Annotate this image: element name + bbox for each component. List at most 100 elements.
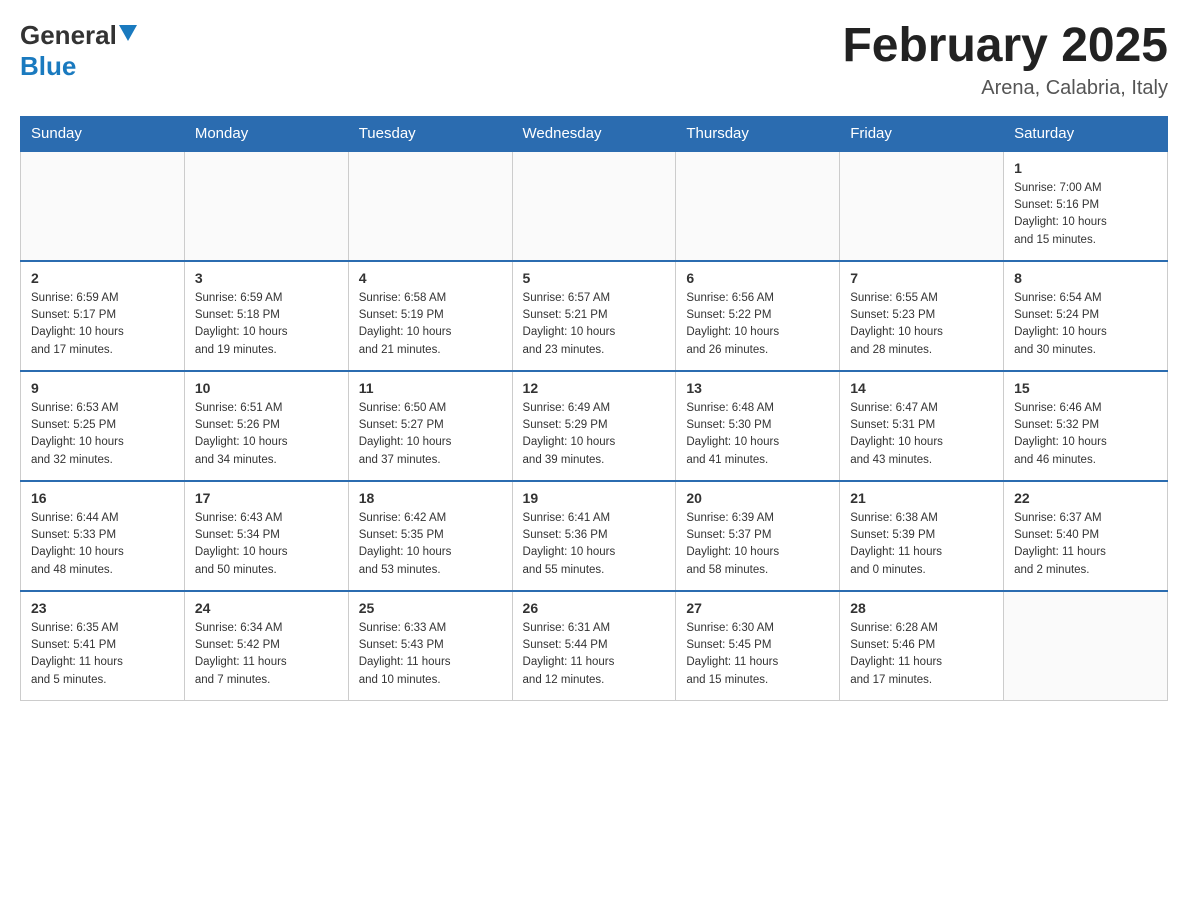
col-saturday: Saturday: [1004, 116, 1168, 151]
calendar-cell: 24 Sunrise: 6:34 AM Sunset: 5:42 PM Dayli…: [184, 591, 348, 701]
day-info: Sunrise: 7:00 AM Sunset: 5:16 PM Dayligh…: [1014, 180, 1157, 249]
day-number: 10: [195, 380, 338, 396]
week-row-2: 2 Sunrise: 6:59 AM Sunset: 5:17 PM Daylig…: [21, 261, 1168, 371]
location-subtitle: Arena, Calabria, Italy: [842, 77, 1168, 100]
calendar-cell: [1004, 591, 1168, 701]
month-title: February 2025: [842, 20, 1168, 73]
calendar-cell: [21, 151, 185, 261]
day-number: 3: [195, 270, 338, 286]
day-info: Sunrise: 6:59 AM Sunset: 5:18 PM Dayligh…: [195, 290, 338, 359]
day-number: 25: [359, 600, 502, 616]
day-info: Sunrise: 6:30 AM Sunset: 5:45 PM Dayligh…: [686, 620, 829, 689]
calendar-cell: 4 Sunrise: 6:58 AM Sunset: 5:19 PM Daylig…: [348, 261, 512, 371]
calendar-cell: 17 Sunrise: 6:43 AM Sunset: 5:34 PM Dayli…: [184, 481, 348, 591]
day-info: Sunrise: 6:56 AM Sunset: 5:22 PM Dayligh…: [686, 290, 829, 359]
day-info: Sunrise: 6:47 AM Sunset: 5:31 PM Dayligh…: [850, 400, 993, 469]
calendar-cell: [840, 151, 1004, 261]
day-number: 4: [359, 270, 502, 286]
day-info: Sunrise: 6:33 AM Sunset: 5:43 PM Dayligh…: [359, 620, 502, 689]
calendar-cell: 3 Sunrise: 6:59 AM Sunset: 5:18 PM Daylig…: [184, 261, 348, 371]
day-number: 19: [523, 490, 666, 506]
day-number: 27: [686, 600, 829, 616]
calendar-cell: [348, 151, 512, 261]
calendar-cell: 16 Sunrise: 6:44 AM Sunset: 5:33 PM Dayli…: [21, 481, 185, 591]
day-number: 12: [523, 380, 666, 396]
day-number: 24: [195, 600, 338, 616]
calendar-cell: 18 Sunrise: 6:42 AM Sunset: 5:35 PM Dayli…: [348, 481, 512, 591]
day-number: 21: [850, 490, 993, 506]
day-info: Sunrise: 6:42 AM Sunset: 5:35 PM Dayligh…: [359, 510, 502, 579]
col-monday: Monday: [184, 116, 348, 151]
day-number: 16: [31, 490, 174, 506]
day-info: Sunrise: 6:49 AM Sunset: 5:29 PM Dayligh…: [523, 400, 666, 469]
day-info: Sunrise: 6:31 AM Sunset: 5:44 PM Dayligh…: [523, 620, 666, 689]
day-info: Sunrise: 6:28 AM Sunset: 5:46 PM Dayligh…: [850, 620, 993, 689]
calendar-cell: 9 Sunrise: 6:53 AM Sunset: 5:25 PM Daylig…: [21, 371, 185, 481]
day-number: 1: [1014, 160, 1157, 176]
calendar-cell: 27 Sunrise: 6:30 AM Sunset: 5:45 PM Dayli…: [676, 591, 840, 701]
week-row-5: 23 Sunrise: 6:35 AM Sunset: 5:41 PM Dayli…: [21, 591, 1168, 701]
calendar-cell: 7 Sunrise: 6:55 AM Sunset: 5:23 PM Daylig…: [840, 261, 1004, 371]
day-info: Sunrise: 6:54 AM Sunset: 5:24 PM Dayligh…: [1014, 290, 1157, 359]
day-number: 23: [31, 600, 174, 616]
calendar-cell: [676, 151, 840, 261]
calendar-header-row: Sunday Monday Tuesday Wednesday Thursday…: [21, 116, 1168, 151]
day-number: 26: [523, 600, 666, 616]
day-info: Sunrise: 6:48 AM Sunset: 5:30 PM Dayligh…: [686, 400, 829, 469]
day-info: Sunrise: 6:57 AM Sunset: 5:21 PM Dayligh…: [523, 290, 666, 359]
calendar-cell: 14 Sunrise: 6:47 AM Sunset: 5:31 PM Dayli…: [840, 371, 1004, 481]
calendar-cell: 23 Sunrise: 6:35 AM Sunset: 5:41 PM Dayli…: [21, 591, 185, 701]
calendar-cell: 6 Sunrise: 6:56 AM Sunset: 5:22 PM Daylig…: [676, 261, 840, 371]
day-info: Sunrise: 6:39 AM Sunset: 5:37 PM Dayligh…: [686, 510, 829, 579]
day-number: 18: [359, 490, 502, 506]
calendar-cell: 12 Sunrise: 6:49 AM Sunset: 5:29 PM Dayli…: [512, 371, 676, 481]
day-number: 14: [850, 380, 993, 396]
day-number: 5: [523, 270, 666, 286]
calendar-cell: 8 Sunrise: 6:54 AM Sunset: 5:24 PM Daylig…: [1004, 261, 1168, 371]
day-number: 9: [31, 380, 174, 396]
title-section: February 2025 Arena, Calabria, Italy: [842, 20, 1168, 100]
day-number: 13: [686, 380, 829, 396]
day-number: 20: [686, 490, 829, 506]
day-info: Sunrise: 6:53 AM Sunset: 5:25 PM Dayligh…: [31, 400, 174, 469]
day-info: Sunrise: 6:38 AM Sunset: 5:39 PM Dayligh…: [850, 510, 993, 579]
calendar-cell: 20 Sunrise: 6:39 AM Sunset: 5:37 PM Dayli…: [676, 481, 840, 591]
calendar-cell: 19 Sunrise: 6:41 AM Sunset: 5:36 PM Dayli…: [512, 481, 676, 591]
calendar-table: Sunday Monday Tuesday Wednesday Thursday…: [20, 116, 1168, 702]
day-number: 22: [1014, 490, 1157, 506]
day-info: Sunrise: 6:35 AM Sunset: 5:41 PM Dayligh…: [31, 620, 174, 689]
calendar-cell: 15Sunrise: 6:46 AM Sunset: 5:32 PM Dayli…: [1004, 371, 1168, 481]
day-info: Sunrise: 6:41 AM Sunset: 5:36 PM Dayligh…: [523, 510, 666, 579]
day-number: 8: [1014, 270, 1157, 286]
day-info: Sunrise: 6:44 AM Sunset: 5:33 PM Dayligh…: [31, 510, 174, 579]
week-row-3: 9 Sunrise: 6:53 AM Sunset: 5:25 PM Daylig…: [21, 371, 1168, 481]
day-info: Sunrise: 6:55 AM Sunset: 5:23 PM Dayligh…: [850, 290, 993, 359]
calendar-cell: 2 Sunrise: 6:59 AM Sunset: 5:17 PM Daylig…: [21, 261, 185, 371]
day-info: Sunrise: 6:43 AM Sunset: 5:34 PM Dayligh…: [195, 510, 338, 579]
week-row-4: 16 Sunrise: 6:44 AM Sunset: 5:33 PM Dayli…: [21, 481, 1168, 591]
calendar-cell: 13 Sunrise: 6:48 AM Sunset: 5:30 PM Dayli…: [676, 371, 840, 481]
day-number: 17: [195, 490, 338, 506]
day-info: Sunrise: 6:37 AM Sunset: 5:40 PM Dayligh…: [1014, 510, 1157, 579]
day-number: 7: [850, 270, 993, 286]
calendar-cell: 10Sunrise: 6:51 AM Sunset: 5:26 PM Dayli…: [184, 371, 348, 481]
day-number: 2: [31, 270, 174, 286]
logo-arrow-icon: [119, 25, 137, 46]
calendar-cell: 1 Sunrise: 7:00 AM Sunset: 5:16 PM Daylig…: [1004, 151, 1168, 261]
calendar-cell: 21 Sunrise: 6:38 AM Sunset: 5:39 PM Dayli…: [840, 481, 1004, 591]
logo-blue: Blue: [20, 51, 76, 81]
day-number: 6: [686, 270, 829, 286]
calendar-cell: 11Sunrise: 6:50 AM Sunset: 5:27 PM Dayli…: [348, 371, 512, 481]
col-tuesday: Tuesday: [348, 116, 512, 151]
calendar-cell: 28 Sunrise: 6:28 AM Sunset: 5:46 PM Dayli…: [840, 591, 1004, 701]
day-info: Sunrise: 6:34 AM Sunset: 5:42 PM Dayligh…: [195, 620, 338, 689]
day-info: Sunrise: 6:59 AM Sunset: 5:17 PM Dayligh…: [31, 290, 174, 359]
day-info: Sunrise: 6:46 AM Sunset: 5:32 PM Dayligh…: [1014, 400, 1157, 469]
logo-general: General: [20, 20, 117, 51]
calendar-cell: [184, 151, 348, 261]
day-info: Sunrise: 6:58 AM Sunset: 5:19 PM Dayligh…: [359, 290, 502, 359]
day-number: 28: [850, 600, 993, 616]
page-header: General Blue February 2025 Arena, Calabr…: [20, 20, 1168, 100]
calendar-cell: 25 Sunrise: 6:33 AM Sunset: 5:43 PM Dayli…: [348, 591, 512, 701]
day-info: Sunrise: 6:50 AM Sunset: 5:27 PM Dayligh…: [359, 400, 502, 469]
